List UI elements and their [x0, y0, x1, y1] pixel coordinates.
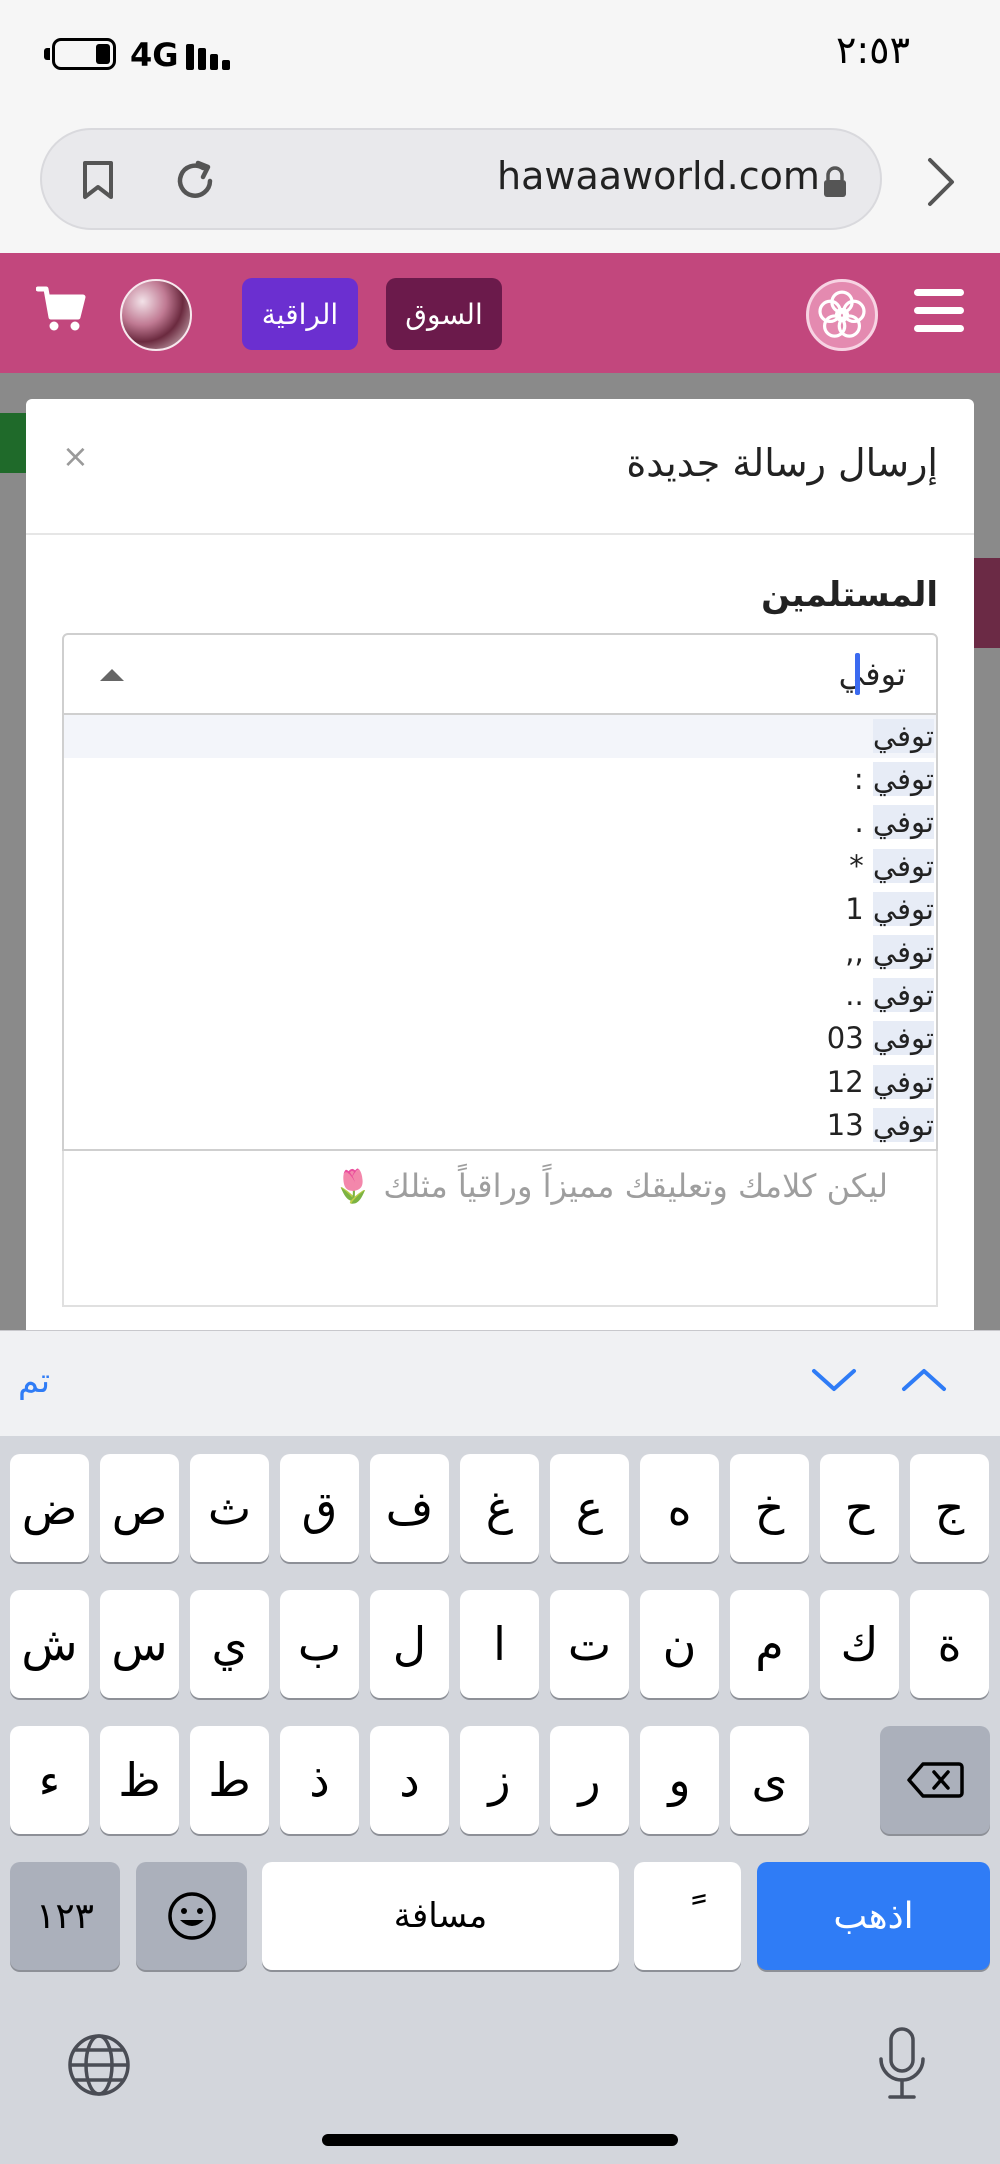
emoji-key[interactable]	[136, 1862, 247, 1970]
diacritic-key[interactable]: ً	[634, 1862, 741, 1970]
message-placeholder: ليكن كلامك وتعليقك مميزاً وراقياً مثلك 🌷	[333, 1167, 888, 1205]
list-item[interactable]: توفي 1	[64, 888, 936, 931]
logo-flower-icon[interactable]	[806, 279, 878, 351]
dropdown-arrow-icon[interactable]	[100, 669, 124, 681]
reload-icon[interactable]	[172, 158, 218, 204]
key[interactable]: ت	[550, 1590, 629, 1698]
avatar[interactable]	[120, 279, 192, 351]
key[interactable]: ك	[820, 1590, 899, 1698]
key[interactable]: ر	[550, 1726, 629, 1834]
list-item[interactable]: توفي ..	[64, 974, 936, 1017]
site-header: الراقية السوق	[0, 253, 1000, 373]
microphone-icon[interactable]	[876, 2026, 928, 2102]
chevron-up-icon[interactable]	[900, 1365, 948, 1395]
key[interactable]: ف	[370, 1454, 449, 1562]
battery-cap	[44, 48, 50, 60]
clock: ٢:٥٣	[835, 28, 910, 72]
address-bar[interactable]: hawaaworld.com	[40, 128, 882, 230]
list-item[interactable]: توفي 13	[64, 1104, 936, 1147]
browser-toolbar: hawaaworld.com	[0, 110, 1000, 253]
recipients-search-input[interactable]: توفي	[839, 655, 906, 693]
key[interactable]: د	[370, 1726, 449, 1834]
numbers-key[interactable]: ١٢٣	[10, 1862, 120, 1970]
battery-icon	[52, 38, 116, 70]
souq-button[interactable]: السوق	[386, 278, 502, 350]
bookmark-icon[interactable]	[82, 160, 114, 200]
key[interactable]: ح	[820, 1454, 899, 1562]
home-indicator	[322, 2134, 678, 2146]
recipients-options-list: توفي توفي : توفي . توفي * توفي 1 توفي ,,…	[62, 715, 938, 1151]
key[interactable]: ى	[730, 1726, 809, 1834]
key[interactable]: ص	[100, 1454, 179, 1562]
done-button[interactable]: تم	[18, 1361, 50, 1401]
chevron-down-icon[interactable]	[810, 1365, 858, 1395]
key[interactable]: ب	[280, 1590, 359, 1698]
key[interactable]: ض	[10, 1454, 89, 1562]
url-text: hawaaworld.com	[497, 154, 820, 198]
key[interactable]: ج	[910, 1454, 989, 1562]
divider	[26, 533, 974, 535]
backspace-key[interactable]	[880, 1726, 990, 1834]
recipients-label: المستلمين	[761, 575, 938, 615]
key[interactable]: ز	[460, 1726, 539, 1834]
lock-icon	[824, 166, 846, 197]
keyboard-accessory-bar: تم	[0, 1330, 1000, 1436]
key[interactable]: ث	[190, 1454, 269, 1562]
globe-icon[interactable]	[66, 2032, 132, 2098]
message-textarea[interactable]: ليكن كلامك وتعليقك مميزاً وراقياً مثلك 🌷	[62, 1151, 938, 1307]
key[interactable]: ه	[640, 1454, 719, 1562]
key[interactable]: و	[640, 1726, 719, 1834]
signal-icon	[186, 38, 232, 70]
go-button[interactable]: اذهب	[757, 1862, 990, 1970]
list-item[interactable]: توفي .	[64, 801, 936, 844]
hamburger-menu-icon[interactable]	[914, 289, 964, 333]
list-item[interactable]: توفي :	[64, 758, 936, 801]
key[interactable]: س	[100, 1590, 179, 1698]
key[interactable]: غ	[460, 1454, 539, 1562]
background-element	[970, 558, 1000, 648]
cart-icon[interactable]	[36, 283, 86, 333]
key[interactable]: ق	[280, 1454, 359, 1562]
text-caret	[855, 653, 860, 695]
key[interactable]: م	[730, 1590, 809, 1698]
raqia-button[interactable]: الراقية	[242, 278, 358, 350]
space-key[interactable]: مسافة	[262, 1862, 619, 1970]
list-item[interactable]: توفي 03	[64, 1017, 936, 1060]
key[interactable]: ش	[10, 1590, 89, 1698]
key[interactable]: ء	[10, 1726, 89, 1834]
key[interactable]: خ	[730, 1454, 809, 1562]
emoji-icon	[167, 1892, 216, 1940]
key[interactable]: ذ	[280, 1726, 359, 1834]
list-item[interactable]: توفي	[64, 715, 936, 759]
key[interactable]: ة	[910, 1590, 989, 1698]
forward-icon[interactable]	[925, 155, 957, 209]
new-message-modal: إرسال رسالة جديدة × المستلمين توفي توفي …	[26, 399, 974, 1330]
key[interactable]: ا	[460, 1590, 539, 1698]
key[interactable]: ي	[190, 1590, 269, 1698]
recipients-select[interactable]: توفي	[62, 633, 938, 715]
key[interactable]: ل	[370, 1590, 449, 1698]
list-item[interactable]: توفي 12	[64, 1061, 936, 1104]
list-item[interactable]: توفي *	[64, 845, 936, 888]
network-label: 4G	[130, 36, 179, 74]
modal-title: إرسال رسالة جديدة	[626, 441, 938, 485]
status-bar: 4G ٢:٥٣	[0, 0, 1000, 110]
key[interactable]: ع	[550, 1454, 629, 1562]
key[interactable]: ط	[190, 1726, 269, 1834]
key[interactable]: ن	[640, 1590, 719, 1698]
list-item[interactable]: توفي ,,	[64, 931, 936, 974]
close-icon[interactable]: ×	[62, 437, 89, 475]
keyboard: ض ص ث ق ف غ ع ه خ ح ج ش س ي ب ل ا ت ن م …	[0, 1436, 1000, 2164]
key[interactable]: ظ	[100, 1726, 179, 1834]
backspace-icon	[907, 1762, 964, 1798]
